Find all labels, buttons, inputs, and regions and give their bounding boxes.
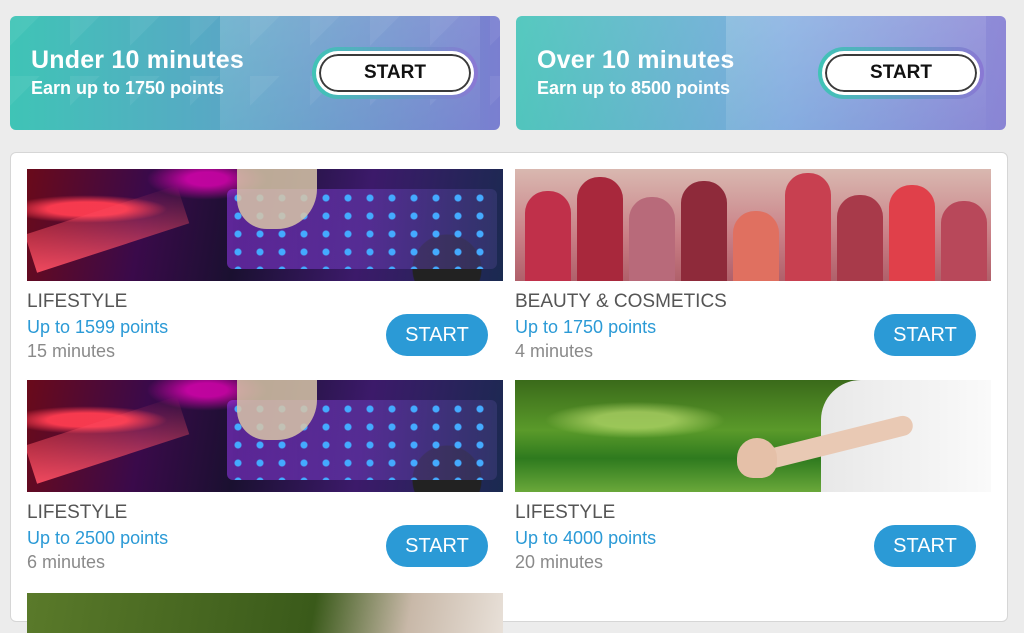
survey-points: Up to 1750 points bbox=[515, 317, 657, 337]
survey-start-button[interactable]: START bbox=[874, 525, 976, 567]
lipstick-shape bbox=[525, 191, 571, 281]
survey-thumbnail-yoga bbox=[515, 380, 991, 492]
banner-title: Over 10 minutes bbox=[537, 46, 735, 74]
survey-thumbnail-partial bbox=[27, 593, 503, 633]
banner-title: Under 10 minutes bbox=[31, 46, 244, 74]
banner-under-10-minutes: Under 10 minutes Earn up to 1750 points … bbox=[10, 16, 500, 130]
survey-card: BEAUTY & COSMETICS Up to 1750 points 4 m… bbox=[515, 169, 991, 361]
survey-card: LIFESTYLE Up to 2500 points 6 minutes ST… bbox=[27, 380, 503, 572]
survey-duration: 6 minutes bbox=[27, 552, 106, 572]
banner-subtitle: Earn up to 1750 points bbox=[31, 78, 225, 98]
survey-list-panel: LIFESTYLE Up to 1599 points 15 minutes S… bbox=[10, 152, 1008, 633]
survey-points: Up to 2500 points bbox=[27, 528, 169, 548]
survey-start-button[interactable]: START bbox=[386, 314, 488, 356]
survey-duration: 4 minutes bbox=[515, 341, 594, 361]
meditation-hand bbox=[737, 438, 777, 478]
stage-light bbox=[27, 185, 190, 273]
survey-start-button[interactable]: START bbox=[874, 314, 976, 356]
survey-card: LIFESTYLE Up to 1599 points 15 minutes S… bbox=[27, 169, 503, 361]
lipstick-shape bbox=[837, 195, 883, 281]
survey-category: LIFESTYLE bbox=[27, 291, 128, 312]
stage-light bbox=[27, 396, 190, 484]
survey-duration: 20 minutes bbox=[515, 552, 604, 572]
survey-thumbnail-dj bbox=[27, 169, 503, 281]
lipstick-shape bbox=[785, 173, 831, 281]
banner-start-button[interactable]: START bbox=[818, 47, 984, 99]
lipstick-shape bbox=[941, 201, 987, 281]
survey-start-button[interactable]: START bbox=[386, 525, 488, 567]
banner-start-label: START bbox=[316, 51, 474, 95]
survey-category: LIFESTYLE bbox=[27, 502, 128, 523]
lipstick-shape bbox=[577, 177, 623, 281]
lipstick-shape bbox=[629, 197, 675, 281]
survey-duration: 15 minutes bbox=[27, 341, 116, 361]
banner-over-10-minutes: Over 10 minutes Earn up to 8500 points S… bbox=[516, 16, 1006, 130]
survey-points: Up to 4000 points bbox=[515, 528, 657, 548]
lipstick-shape bbox=[733, 211, 779, 281]
survey-points: Up to 1599 points bbox=[27, 317, 169, 337]
survey-category: BEAUTY & COSMETICS bbox=[515, 291, 727, 312]
banner-start-label: START bbox=[822, 51, 980, 95]
survey-thumbnail-lipsticks bbox=[515, 169, 991, 281]
survey-card: LIFESTYLE Up to 4000 points 20 minutes S… bbox=[515, 380, 991, 572]
survey-thumbnail-dj bbox=[27, 380, 503, 492]
lipstick-shape bbox=[889, 185, 935, 281]
lipstick-shape bbox=[681, 181, 727, 281]
banner-start-button[interactable]: START bbox=[312, 47, 478, 99]
banner-subtitle: Earn up to 8500 points bbox=[537, 78, 731, 98]
survey-category: LIFESTYLE bbox=[515, 502, 616, 523]
